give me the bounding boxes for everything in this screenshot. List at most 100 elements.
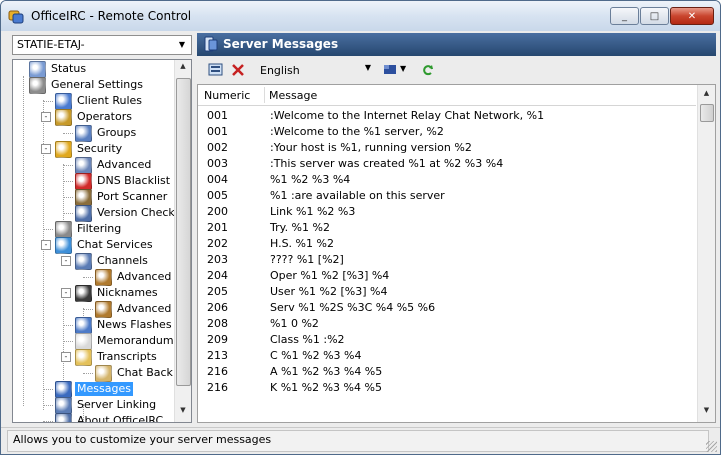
collapse-toggle-icon[interactable]: - (61, 256, 71, 266)
flag-icon[interactable] (383, 61, 397, 79)
scroll-down-icon[interactable]: ▼ (701, 406, 712, 418)
tree-item[interactable]: Nicknames (75, 284, 160, 302)
tree-scroll-thumb[interactable] (176, 78, 191, 386)
tree-item[interactable]: Groups (75, 124, 138, 142)
tree-item[interactable]: DNS Blacklist (75, 172, 172, 190)
refresh-icon[interactable] (421, 61, 435, 79)
scroll-up-icon[interactable]: ▲ (177, 62, 189, 76)
table-row[interactable]: 002:Your host is %1, running version %2 (198, 139, 696, 155)
flag-dropdown-icon[interactable]: ▼ (400, 64, 406, 82)
table-row[interactable]: 213 C %1 %2 %3 %4 (198, 347, 696, 363)
numeric-cell: 203 (207, 253, 228, 266)
tree-item[interactable]: Chat Back (95, 364, 175, 382)
tree-connector (63, 325, 73, 326)
table-row[interactable]: 205 User %1 %2 [%3] %4 (198, 283, 696, 299)
tree-scrollbar[interactable]: ▲ ▼ (174, 60, 191, 422)
scroll-up-icon[interactable]: ▲ (701, 89, 712, 101)
server-select[interactable]: STATIE-ETAJ- ▼ (12, 35, 192, 55)
blocked-icon (75, 172, 92, 190)
message-cell: :Your host is %1, running version %2 (270, 141, 472, 154)
numeric-cell: 004 (207, 173, 228, 186)
table-row[interactable]: 209 Class %1 :%2 (198, 331, 696, 347)
message-cell: C %1 %2 %3 %4 (270, 349, 362, 362)
column-numeric[interactable]: Numeric (204, 89, 250, 102)
delete-icon[interactable] (230, 61, 246, 79)
message-cell: User %1 %2 [%3] %4 (270, 285, 388, 298)
scanner-icon (75, 188, 92, 206)
table-row[interactable]: 004 %1 %2 %3 %4 (198, 171, 696, 187)
message-cell: A %1 %2 %3 %4 %5 (270, 365, 383, 378)
tree-item[interactable]: Advanced (95, 300, 173, 318)
title-bar[interactable]: OfficeIRC - Remote Control _ □ ✕ (1, 1, 720, 31)
status-text: Allows you to customize your server mess… (13, 433, 272, 446)
tree-items: Status - General Settings Client Rules - Oper… (13, 60, 175, 422)
tree-item[interactable]: Port Scanner (75, 188, 169, 206)
tree-item[interactable]: Channels (75, 252, 150, 270)
table-row[interactable]: 200 Link %1 %2 %3 (198, 203, 696, 219)
tree-item-label: Filtering (77, 222, 122, 235)
message-cell: %1 0 %2 (270, 317, 319, 330)
message-cell: H.S. %1 %2 (270, 237, 334, 250)
tree-item[interactable]: About OfficeIRC (55, 412, 165, 422)
tree-item[interactable]: Advanced (75, 156, 153, 174)
table-scrollbar[interactable]: ▲ ▼ (697, 85, 715, 422)
tree-item-label: Version Check (97, 206, 175, 219)
edit-icon[interactable] (207, 61, 225, 79)
table-row[interactable]: 201 Try. %1 %2 (198, 219, 696, 235)
table-row[interactable]: 001:Welcome to the %1 server, %2 (198, 123, 696, 139)
table-row[interactable]: 204 Oper %1 %2 [%3] %4 (198, 267, 696, 283)
tree-item[interactable]: Messages (55, 380, 133, 398)
tree-item[interactable]: Advanced (95, 268, 173, 286)
close-button[interactable]: ✕ (670, 7, 714, 25)
message-cell: :Welcome to the Internet Relay Chat Netw… (270, 109, 545, 122)
message-cell: K %1 %2 %3 %4 %5 (270, 381, 382, 394)
settings-tree[interactable]: Status - General Settings Client Rules - Oper… (12, 59, 192, 423)
lock-icon (55, 140, 72, 158)
column-message[interactable]: Message (269, 89, 317, 102)
tree-item[interactable]: Client Rules (55, 92, 144, 110)
collapse-toggle-icon[interactable]: - (61, 352, 71, 362)
tree-item[interactable]: Security (55, 140, 124, 158)
table-row[interactable]: 206 Serv %1 %2S %3C %4 %5 %6 (198, 299, 696, 315)
tree-item-label: Advanced (117, 270, 172, 283)
table-row[interactable]: 202 H.S. %1 %2 (198, 235, 696, 251)
scroll-down-icon[interactable]: ▼ (177, 406, 189, 420)
computer-icon (75, 156, 92, 174)
messages-table: Numeric Message 001:Welcome to the Inter… (197, 84, 716, 423)
table-row[interactable]: 216 K %1 %2 %3 %4 %5 (198, 379, 696, 395)
tree-item[interactable]: Memorandums (75, 332, 175, 350)
tree-item[interactable]: Transcripts (75, 348, 159, 366)
tree-item[interactable]: Filtering (55, 220, 123, 238)
table-scroll-thumb[interactable] (700, 104, 714, 122)
collapse-toggle-icon[interactable]: - (41, 144, 51, 154)
table-row[interactable]: 208 %1 0 %2 (198, 315, 696, 331)
table-row[interactable]: 203 ???? %1 [%2] (198, 251, 696, 267)
tree-item[interactable]: Version Check (75, 204, 175, 222)
message-cell: %1 :are available on this server (270, 189, 445, 202)
tree-item[interactable]: Chat Services (55, 236, 155, 254)
table-body: 001:Welcome to the Internet Relay Chat N… (198, 107, 696, 420)
tree-connector (63, 213, 73, 214)
table-row[interactable]: 216 A %1 %2 %3 %4 %5 (198, 363, 696, 379)
table-row[interactable]: 003:This server was created %1 at %2 %3 … (198, 155, 696, 171)
chevron-down-icon[interactable]: ▼ (175, 37, 189, 53)
message-cell: Oper %1 %2 [%3] %4 (270, 269, 390, 282)
chevron-down-icon[interactable]: ▼ (365, 63, 371, 72)
tree-item[interactable]: General Settings (29, 76, 145, 94)
tree-item[interactable]: Operators (55, 108, 134, 126)
minimize-button[interactable]: _ (610, 7, 639, 25)
table-row[interactable]: 005 %1 :are available on this server (198, 187, 696, 203)
tree-item[interactable]: Status (29, 60, 88, 78)
tree-item-label: Security (77, 142, 123, 155)
maximize-button[interactable]: □ (640, 7, 669, 25)
collapse-toggle-icon[interactable]: - (41, 112, 51, 122)
column-divider[interactable] (264, 87, 265, 103)
collapse-toggle-icon[interactable]: - (61, 288, 71, 298)
user-group-icon (75, 124, 92, 142)
tree-item[interactable]: Server Linking (55, 396, 158, 414)
language-select[interactable]: English ▼ (258, 62, 373, 79)
resize-grip[interactable] (706, 441, 717, 452)
table-row[interactable]: 001:Welcome to the Internet Relay Chat N… (198, 107, 696, 123)
tree-item[interactable]: News Flashes (75, 316, 174, 334)
collapse-toggle-icon[interactable]: - (41, 240, 51, 250)
